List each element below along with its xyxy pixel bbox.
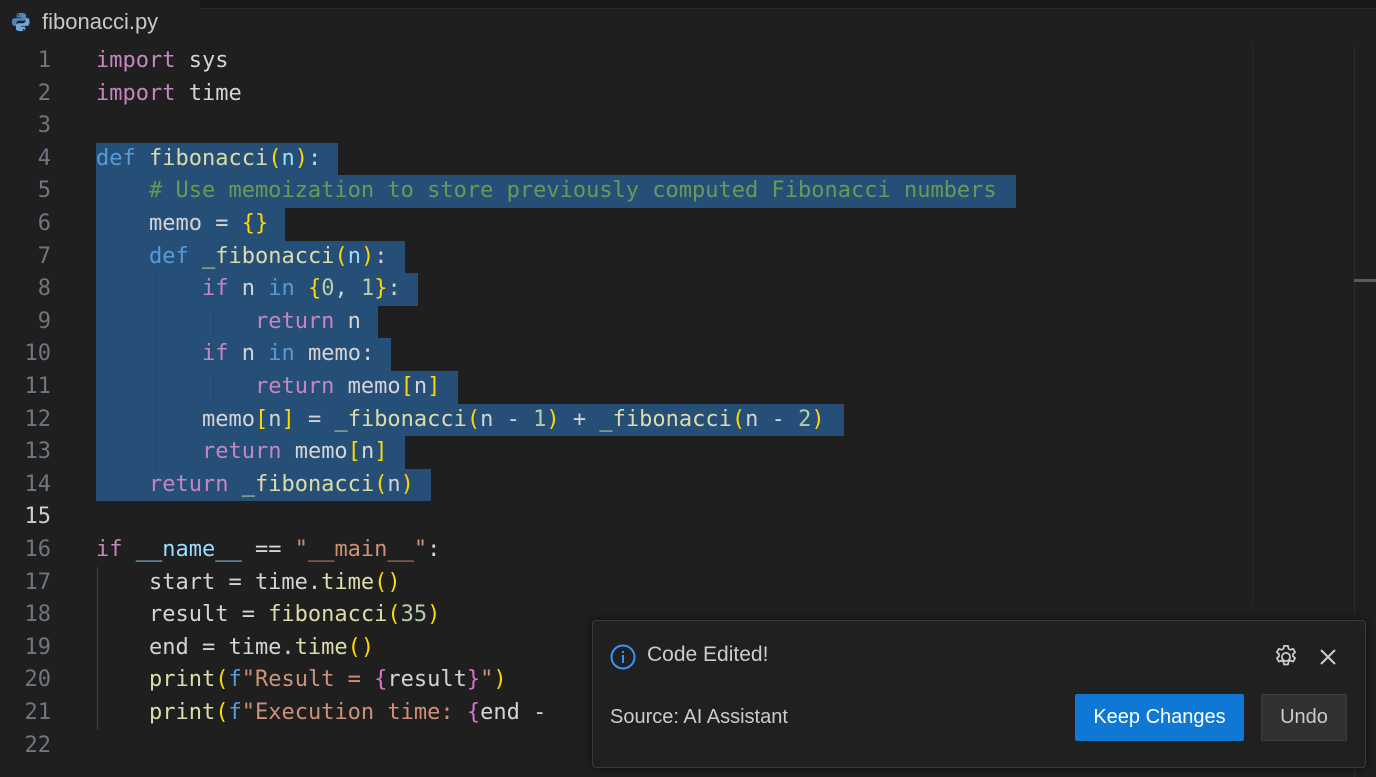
tab-bar-empty (200, 0, 1376, 9)
notification-source: Source: AI Assistant (610, 706, 788, 728)
info-icon (610, 644, 636, 670)
line-number: 19 (24, 634, 52, 660)
notification-toast: Code Edited! Source: AI Assistant Keep C… (592, 620, 1366, 768)
code-line[interactable]: 5 # Use memoization to store previously … (0, 175, 1250, 208)
line-number: 14 (24, 471, 52, 497)
code-line[interactable]: 4 def fibonacci(n): (0, 142, 1250, 176)
undo-button[interactable]: Undo (1261, 694, 1347, 741)
code-line[interactable]: 7 def _fibonacci(n): (0, 240, 1250, 274)
code-text: result = fibonacci(35) (96, 602, 441, 628)
indent-guide (155, 273, 156, 469)
line-number: 21 (24, 700, 52, 725)
line-number: 16 (24, 537, 52, 562)
line-number: 12 (24, 406, 52, 432)
code-text: print(f"Result = {result}") (148, 667, 507, 693)
code-line[interactable]: 15 (0, 501, 1250, 534)
code-line[interactable]: 12 memo[n] = _fibonacci(n - 1) + _fibona… (0, 403, 1250, 437)
code-line[interactable]: 3 (0, 110, 1250, 143)
line-number: 10 (24, 341, 52, 367)
line-number: 8 (37, 276, 51, 302)
line-number: 22 (24, 732, 52, 758)
line-number: 20 (24, 667, 52, 693)
code-line[interactable]: 9 return n (0, 305, 1250, 339)
line-number: 6 (37, 211, 51, 236)
line-number: 17 (24, 569, 52, 595)
line-number: 5 (37, 178, 51, 204)
code-text: return n (254, 308, 361, 334)
line-number: 2 (37, 80, 51, 106)
code-text: if __name__ == "__main__": (96, 537, 441, 562)
keep-changes-button[interactable]: Keep Changes (1075, 694, 1244, 741)
code-line[interactable]: 8 if n in {0, 1}: (0, 273, 1250, 306)
line-number: 4 (37, 145, 51, 171)
python-file-icon (11, 12, 30, 32)
code-text: import sys (96, 48, 229, 73)
code-text: print(f"Execution time: {end - (148, 700, 547, 725)
code-text: if n in memo: (201, 341, 375, 367)
indent-guide (213, 305, 214, 339)
code-line[interactable]: 10 if n in memo: (0, 338, 1250, 371)
gear-icon[interactable] (1272, 643, 1300, 671)
line-number: 13 (24, 439, 52, 465)
tab-filename: fibonacci.py (42, 9, 159, 34)
code-text: end = time.time() (96, 634, 375, 660)
code-text: if n in {0, 1}: (201, 276, 401, 302)
code-text: start = time.time() (96, 569, 401, 595)
code-line[interactable]: 11 return memo[n] (0, 371, 1250, 404)
code-text: memo[n] = _fibonacci(n - 1) + _fibonacci… (96, 406, 825, 432)
code-line[interactable]: 13 return memo[n] (0, 436, 1250, 469)
code-line[interactable]: 17 start = time.time() (0, 567, 1250, 600)
code-text: def fibonacci(n): (96, 145, 322, 171)
code-text: return memo[n] (254, 374, 441, 399)
code-text: memo = {} (96, 211, 269, 236)
code-line[interactable]: 14 return _fibonacci(n) (0, 468, 1250, 502)
code-text: return memo[n] (201, 439, 388, 465)
indent-guide (97, 566, 98, 730)
code-line[interactable]: 2 import time (0, 78, 1250, 111)
line-number: 7 (37, 243, 51, 269)
editor-ruler (1252, 45, 1253, 605)
line-number: 18 (24, 602, 52, 628)
close-icon[interactable] (1316, 645, 1340, 669)
line-number: 9 (37, 308, 51, 334)
line-number: 15 (24, 504, 52, 530)
code-text: # Use memoization to store previously co… (96, 178, 997, 204)
line-number: 1 (37, 48, 51, 73)
code-text: return _fibonacci(n) (148, 471, 414, 497)
indent-guide (213, 371, 214, 404)
code-line[interactable]: 16 if __name__ == "__main__": (0, 534, 1250, 567)
tab-bar: fibonacci.py (0, 0, 1376, 44)
notification-title: Code Edited! (647, 643, 769, 666)
scrollbar-thumb[interactable] (1354, 279, 1376, 282)
code-text: def _fibonacci(n): (148, 243, 388, 269)
line-number: 11 (24, 374, 52, 399)
code-text: import time (96, 80, 242, 106)
line-number: 3 (37, 113, 51, 139)
editor-tab[interactable]: fibonacci.py (0, 0, 200, 44)
code-line[interactable]: 6 memo = {} (0, 208, 1250, 241)
code-line[interactable]: 1 import sys (0, 45, 1250, 78)
